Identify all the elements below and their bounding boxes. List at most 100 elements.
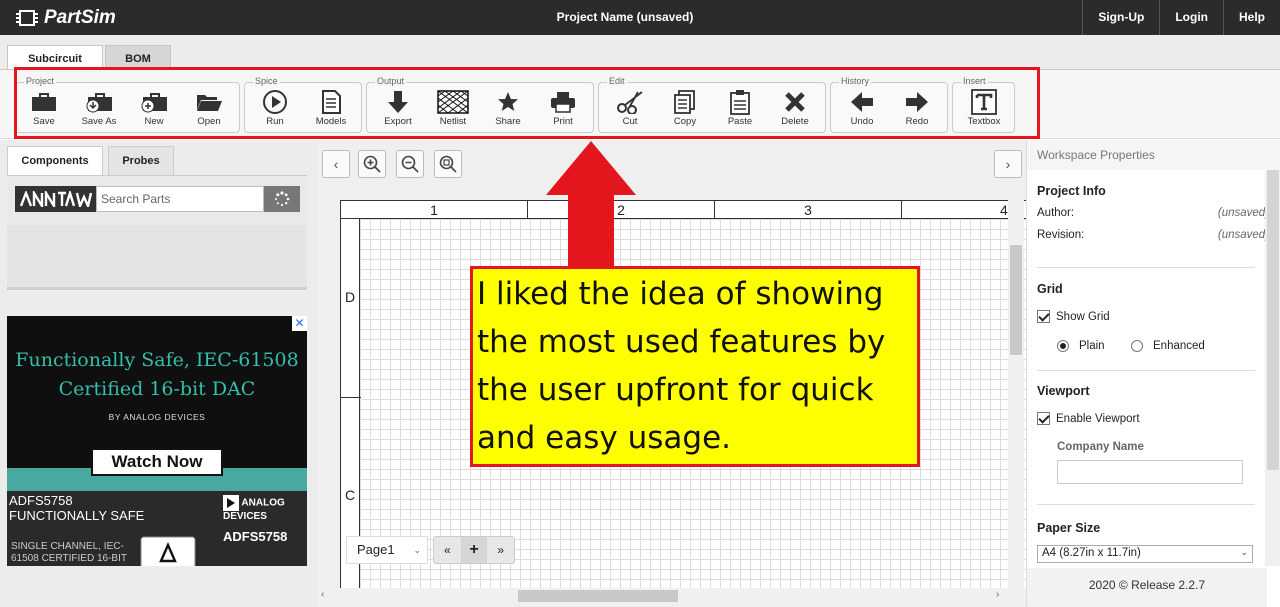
radio-checked-icon	[1057, 340, 1069, 352]
show-grid-checkbox[interactable]: Show Grid	[1037, 310, 1110, 323]
text-t-icon	[971, 89, 997, 115]
plain-grid-radio[interactable]: Plain	[1057, 340, 1105, 352]
redo-button[interactable]: Redo	[891, 89, 943, 129]
tab-subcircuit[interactable]: Subcircuit	[7, 45, 103, 71]
folder-open-icon	[197, 95, 222, 111]
open-button[interactable]: Open	[183, 89, 235, 129]
ad-product-strip: ADFS5758 FUNCTIONALLY SAFE SINGLE CHANNE…	[7, 491, 307, 566]
toolbar-group-insert: Insert Textbox	[952, 76, 1015, 133]
ad-brand: ANALOG DEVICES	[223, 495, 307, 522]
copy-label: Copy	[673, 116, 697, 127]
copy-icon	[674, 90, 695, 114]
run-button[interactable]: Run	[249, 89, 301, 129]
paper-size-value: A4 (8.27in x 11.7in)	[1042, 547, 1141, 559]
divider	[1037, 267, 1255, 268]
arrow-left-icon	[851, 92, 873, 112]
left-panel: Components Probes Search Parts ✕ Functio…	[0, 140, 318, 607]
zoom-out-icon	[401, 155, 419, 173]
tab-probes[interactable]: Probes	[108, 146, 174, 175]
delete-button[interactable]: Delete	[769, 89, 821, 129]
page-navigation: « + »	[433, 536, 515, 564]
paste-label: Paste	[727, 116, 753, 127]
canvas-horizontal-scrollbar[interactable]: ‹ ›	[318, 588, 1026, 604]
models-button[interactable]: Models	[305, 89, 357, 129]
zoom-out-button[interactable]	[396, 150, 424, 178]
tab-components[interactable]: Components	[7, 146, 103, 175]
page-selector[interactable]: Page1 ⌄	[346, 536, 428, 564]
zoom-in-icon	[363, 155, 381, 173]
project-title: Project Name (unsaved)	[556, 10, 694, 24]
document-icon	[322, 90, 341, 114]
show-grid-label: Show Grid	[1056, 310, 1110, 323]
plain-label: Plain	[1079, 340, 1105, 352]
prev-page-button[interactable]: «	[434, 537, 461, 563]
signup-link[interactable]: Sign-Up	[1082, 0, 1159, 35]
paper-size-select[interactable]: A4 (8.27in x 11.7in) ⌄	[1037, 545, 1253, 563]
chevron-left-icon: ‹	[333, 156, 339, 172]
search-parts-input[interactable]: Search Parts	[96, 186, 264, 212]
briefcase-download-icon	[86, 93, 112, 113]
scroll-thumb[interactable]	[1267, 170, 1279, 470]
enable-viewport-label: Enable Viewport	[1056, 412, 1140, 425]
company-name-input[interactable]	[1057, 460, 1243, 484]
watch-now-button[interactable]: Watch Now	[91, 448, 223, 476]
panel-splitter[interactable]	[7, 287, 307, 290]
save-as-button[interactable]: Save As	[73, 89, 125, 129]
ad-chip-desc: SINGLE CHANNEL, IEC-61508 CERTIFIED 16-B…	[11, 541, 127, 566]
x-icon	[785, 92, 805, 112]
share-button[interactable]: Share	[482, 89, 534, 129]
export-button[interactable]: Export	[372, 89, 424, 129]
properties-scrollbar[interactable]	[1265, 170, 1280, 566]
scroll-thumb[interactable]	[518, 590, 678, 602]
grid-heading: Grid	[1037, 282, 1063, 296]
zoom-in-button[interactable]	[358, 150, 386, 178]
search-button[interactable]	[264, 186, 300, 212]
ad-chip-image-icon	[140, 536, 196, 566]
add-page-button[interactable]: +	[460, 537, 488, 563]
login-link[interactable]: Login	[1159, 0, 1223, 35]
tab-bom[interactable]: BOM	[105, 45, 171, 71]
toolbar: Project Save Save As New Open Spice Run …	[0, 69, 1280, 139]
textbox-button[interactable]: Textbox	[958, 89, 1010, 129]
divider	[1037, 370, 1255, 371]
scroll-right-icon[interactable]: ›	[996, 589, 999, 600]
netlist-grid-icon	[437, 90, 469, 114]
save-button[interactable]: Save	[18, 89, 70, 129]
row-label: D	[345, 289, 356, 305]
analog-devices-logo-icon	[223, 495, 239, 511]
cut-button[interactable]: Cut	[604, 89, 656, 129]
next-page-button[interactable]: »	[487, 537, 514, 563]
briefcase-plus-icon	[141, 93, 167, 113]
advertisement[interactable]: ✕ Functionally Safe, IEC-61508 Certified…	[7, 316, 307, 566]
redo-label: Redo	[905, 116, 929, 127]
row-ruler: D C	[340, 219, 361, 588]
checkbox-checked-icon	[1037, 310, 1050, 323]
paste-icon	[730, 90, 750, 115]
project-info-heading: Project Info	[1037, 184, 1106, 198]
ad-close-icon[interactable]: ✕	[292, 316, 307, 331]
column-label: 3	[715, 201, 902, 219]
collapse-left-button[interactable]: ‹	[322, 150, 350, 178]
copy-button[interactable]: Copy	[659, 89, 711, 129]
new-button[interactable]: New	[128, 89, 180, 129]
netlist-button[interactable]: Netlist	[427, 89, 479, 129]
canvas-vertical-scrollbar[interactable]	[1008, 185, 1024, 588]
chevron-right-icon: ›	[1005, 156, 1011, 172]
enhanced-grid-radio[interactable]: Enhanced	[1131, 340, 1205, 352]
undo-button[interactable]: Undo	[836, 89, 888, 129]
chevron-down-icon: ⌄	[1240, 547, 1248, 557]
arrow-down-icon	[388, 91, 408, 113]
enable-viewport-checkbox[interactable]: Enable Viewport	[1037, 412, 1140, 425]
print-button[interactable]: Print	[537, 89, 589, 129]
print-label: Print	[553, 116, 573, 127]
divider	[1037, 504, 1255, 505]
scroll-left-icon[interactable]: ‹	[321, 589, 324, 600]
briefcase-icon	[32, 93, 56, 111]
open-label: Open	[197, 116, 221, 127]
collapse-right-button[interactable]: ›	[994, 150, 1022, 178]
paste-button[interactable]: Paste	[714, 89, 766, 129]
scroll-thumb[interactable]	[1010, 245, 1022, 355]
zoom-fit-button[interactable]	[434, 150, 462, 178]
revision-value: (unsaved)	[1217, 229, 1269, 241]
help-link[interactable]: Help	[1222, 0, 1280, 35]
